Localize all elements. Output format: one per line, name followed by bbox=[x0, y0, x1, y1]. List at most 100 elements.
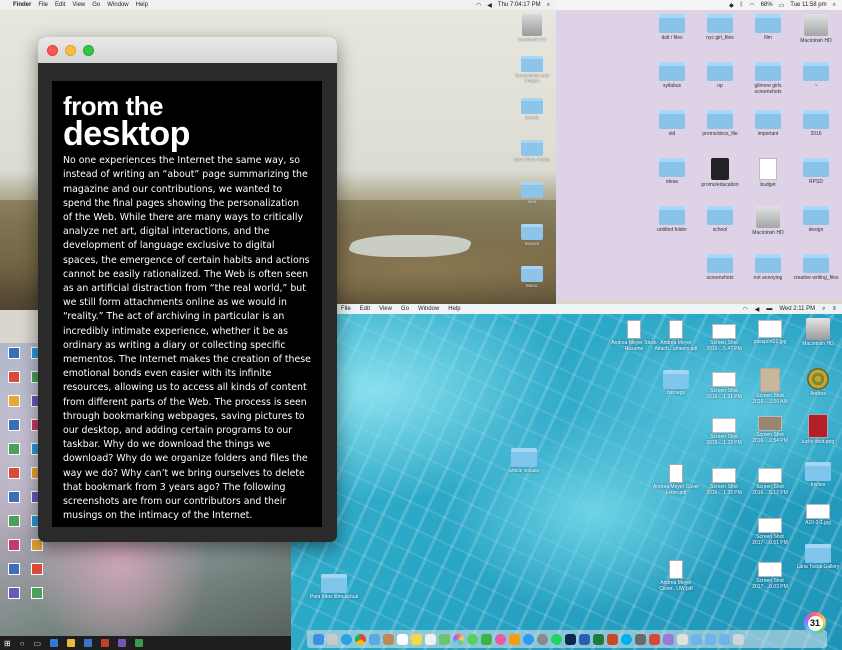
menu-file[interactable]: File bbox=[38, 2, 48, 8]
zoom-button[interactable] bbox=[83, 44, 94, 56]
trash-icon[interactable] bbox=[733, 633, 744, 645]
desktop-file[interactable]: Screen Shot 2016-...1.23 PM bbox=[699, 418, 749, 446]
desktop-shortcut[interactable] bbox=[2, 347, 25, 371]
desktop-file[interactable]: Screen Shot 2016-...1.21 PM bbox=[699, 372, 749, 400]
menu-clock[interactable]: Thu 7:04:17 PM bbox=[498, 2, 541, 9]
edge-icon[interactable] bbox=[50, 639, 59, 647]
desktop-shortcut[interactable] bbox=[2, 491, 25, 515]
mail-icon[interactable] bbox=[369, 633, 380, 645]
wifi-icon[interactable]: ◠ bbox=[749, 2, 754, 9]
app-icon[interactable] bbox=[663, 633, 674, 645]
menu-help[interactable]: Help bbox=[136, 2, 148, 8]
folder-icon[interactable] bbox=[691, 633, 702, 645]
desktop-icon[interactable]: syllabus bbox=[648, 62, 696, 110]
calendar-icon[interactable] bbox=[397, 633, 408, 645]
menu-go[interactable]: Go bbox=[92, 2, 100, 8]
desktop-icon[interactable]: ideas bbox=[648, 158, 696, 206]
desktop-icon[interactable]: screenshots bbox=[696, 254, 744, 302]
volume-icon[interactable]: ◀ bbox=[755, 306, 760, 313]
folder-icon[interactable] bbox=[719, 633, 730, 645]
menu-view[interactable]: View bbox=[72, 2, 85, 8]
finder-icon[interactable] bbox=[313, 633, 324, 645]
desktop-file[interactable]: Andrea bbox=[793, 368, 842, 398]
messages-icon[interactable] bbox=[467, 633, 478, 645]
desktop-shortcut[interactable] bbox=[2, 419, 25, 443]
folder-icon[interactable] bbox=[705, 633, 716, 645]
menu-help[interactable]: Help bbox=[448, 306, 460, 312]
close-button[interactable] bbox=[47, 44, 58, 56]
desktop-icon-folder[interactable]: Misc Photo Folder bbox=[510, 140, 554, 182]
menu-app-name[interactable]: Finder bbox=[13, 2, 31, 8]
flag-icon[interactable]: ▬ bbox=[766, 306, 772, 313]
window-titlebar[interactable] bbox=[38, 37, 337, 63]
desktop-icon[interactable]: film bbox=[744, 14, 792, 62]
photoshop-icon[interactable] bbox=[565, 633, 576, 645]
reminders-icon[interactable] bbox=[425, 633, 436, 645]
desktop-file[interactable]: Screen Shot 2017-...0.51 PM bbox=[745, 518, 795, 546]
safari-icon[interactable] bbox=[341, 633, 352, 645]
menu-go[interactable]: Go bbox=[401, 306, 409, 312]
app-icon[interactable] bbox=[118, 639, 127, 647]
store-icon[interactable] bbox=[84, 639, 93, 647]
desktop-icon[interactable]: budget bbox=[744, 158, 792, 206]
ibooks-icon[interactable] bbox=[509, 633, 520, 645]
desktop-folder[interactable]: Invites bbox=[793, 462, 842, 489]
desktop-folder[interactable]: article visuals bbox=[499, 448, 549, 475]
windows-start-icon[interactable]: ⊞ bbox=[4, 639, 11, 648]
minimize-button[interactable] bbox=[65, 44, 76, 56]
desktop-file[interactable]: Andrea Meyer Cover...UW.pdf bbox=[651, 560, 701, 592]
wifi-icon[interactable]: ◠ bbox=[476, 2, 481, 9]
desktop-shortcut[interactable] bbox=[2, 371, 25, 395]
desktop-icon[interactable]: ~ bbox=[792, 62, 840, 110]
menu-clock[interactable]: Wed 2:11 PM bbox=[779, 306, 815, 313]
battery-icon[interactable]: ▭ bbox=[779, 2, 785, 9]
desktop-icon[interactable]: creative writing_files bbox=[792, 254, 840, 302]
spotify-icon[interactable] bbox=[551, 633, 562, 645]
task-view-icon[interactable]: ▭ bbox=[34, 639, 42, 648]
maps-icon[interactable] bbox=[439, 633, 450, 645]
desktop-icon[interactable]: nyc girl_files bbox=[696, 14, 744, 62]
desktop-icon[interactable]: design bbox=[792, 206, 840, 254]
desktop-folder[interactable]: Para fotos libro actual bbox=[309, 574, 359, 601]
desktop-file[interactable]: Screen Shot 2016-...1.33 PM bbox=[699, 468, 749, 496]
desktop-file[interactable]: A10-2-1.jpg bbox=[793, 504, 842, 527]
search-icon[interactable]: ○ bbox=[20, 639, 25, 648]
desktop-icon[interactable]: Macintosh HD bbox=[744, 206, 792, 254]
desktop-icon[interactable]: 2016 bbox=[792, 110, 840, 158]
excel-icon[interactable] bbox=[593, 633, 604, 645]
search-icon[interactable]: ⌕ bbox=[833, 2, 836, 9]
desktop-drive[interactable]: Macintosh HD bbox=[793, 318, 842, 348]
desktop-icon[interactable]: important bbox=[744, 110, 792, 158]
volume-icon[interactable]: ◀ bbox=[487, 2, 492, 9]
desktop-shortcut[interactable] bbox=[25, 563, 48, 587]
desktop-icon[interactable]: promo/education bbox=[696, 158, 744, 206]
desktop-icon-folder[interactable]: Music bbox=[510, 266, 554, 308]
desktop-icon[interactable]: gilmore girls screenshots bbox=[744, 62, 792, 110]
desktop-file[interactable]: Screen Shot 2016-...5.47 PM bbox=[699, 324, 749, 352]
desktop-icon[interactable]: dolt / files bbox=[648, 14, 696, 62]
app-icon[interactable] bbox=[101, 639, 110, 647]
desktop-icon-folder[interactable]: travels bbox=[510, 98, 554, 140]
desktop-folder[interactable]: Lana Tosca Gallery bbox=[793, 544, 842, 571]
itunes-icon[interactable] bbox=[495, 633, 506, 645]
preferences-icon[interactable] bbox=[537, 633, 548, 645]
desktop-icon[interactable]: Macintosh HD bbox=[792, 14, 840, 62]
desktop-icon[interactable]: not annoying bbox=[744, 254, 792, 302]
desktop-shortcut[interactable] bbox=[2, 515, 25, 539]
chrome-icon[interactable] bbox=[355, 633, 366, 645]
bluetooth-icon[interactable]: ᛒ bbox=[740, 2, 744, 8]
menu-edit[interactable]: Edit bbox=[360, 306, 370, 312]
desktop-shortcut[interactable] bbox=[25, 587, 48, 611]
desktop-icon[interactable]: untitled folder bbox=[648, 206, 696, 254]
search-icon[interactable]: ⌕ bbox=[547, 2, 550, 9]
wifi-icon[interactable]: ◠ bbox=[742, 306, 747, 313]
desktop-file[interactable]: Screen Shot 2016-...3.00 AM bbox=[745, 368, 795, 405]
search-icon[interactable]: ⌕ bbox=[822, 306, 825, 313]
desktop-file[interactable]: Screen Shot 2016-...5.12 PM bbox=[745, 468, 795, 496]
calendar-badge[interactable]: 31 bbox=[804, 612, 826, 634]
contacts-icon[interactable] bbox=[383, 633, 394, 645]
desktop-icon[interactable]: promo/docs_file bbox=[696, 110, 744, 158]
notes-icon[interactable] bbox=[411, 633, 422, 645]
desktop-shortcut[interactable] bbox=[2, 443, 25, 467]
list-icon[interactable]: ≡ bbox=[832, 306, 836, 313]
